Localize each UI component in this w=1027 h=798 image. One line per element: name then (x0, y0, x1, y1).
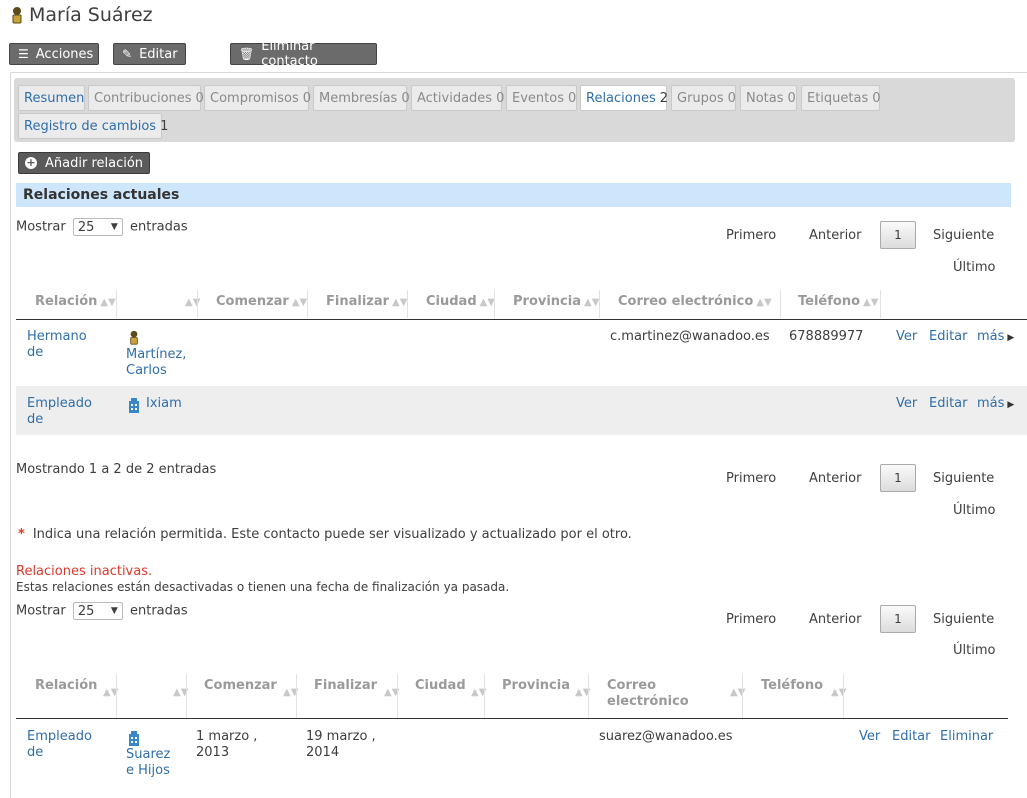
page-size-select[interactable]: 25 ▼ (72, 602, 123, 620)
pager-next[interactable]: Siguiente (933, 471, 994, 486)
pager-first[interactable]: Primero (726, 228, 776, 243)
sort-icon: ▲▼ (100, 297, 116, 308)
col-comenzar[interactable]: Comenzar (204, 678, 277, 693)
pager-page[interactable]: 1 (880, 221, 916, 249)
page-title: María Suárez (10, 4, 153, 26)
pager-prev[interactable]: Anterior (809, 228, 861, 243)
plus-circle-icon: + (25, 156, 37, 169)
sort-icon: ▲▼ (730, 687, 746, 698)
view-link[interactable]: Ver (896, 329, 917, 345)
menu-icon: ☰ (18, 47, 29, 61)
edit-link[interactable]: Editar (929, 396, 968, 412)
col-provincia[interactable]: Provincia (502, 678, 570, 693)
sort-icon: ▲▼ (185, 297, 201, 308)
contact-link[interactable]: Martínez, Carlos (126, 347, 186, 379)
col-provincia[interactable]: Provincia ▲▼ (513, 294, 599, 309)
edit-link[interactable]: Editar (929, 329, 968, 345)
organization-icon (129, 731, 139, 746)
contact-link[interactable]: Suarez e Hijos (126, 747, 170, 779)
relation-type-link[interactable]: Empleado de (27, 729, 92, 761)
col-relacion[interactable]: Relación ▲▼ (35, 294, 116, 309)
phone-value: 678889977 (789, 329, 864, 344)
sort-icon: ▲▼ (863, 297, 879, 308)
col-telefono[interactable]: Teléfono ▲▼ (798, 294, 878, 309)
email-value: c.martinez@wanadoo.es (610, 329, 770, 344)
col-finalizar[interactable]: Finalizar ▲▼ (326, 294, 407, 309)
sort-icon: ▲▼ (756, 297, 772, 308)
add-relation-button[interactable]: + Añadir relación (18, 152, 151, 174)
chevron-down-icon: ▼ (110, 606, 118, 616)
pager-next[interactable]: Siguiente (933, 612, 994, 627)
end-date: 19 marzo , 2014 (306, 729, 376, 760)
pager-page[interactable]: 1 (880, 605, 916, 633)
tab-registro-cambios[interactable]: Registro de cambios 1 (18, 113, 168, 139)
sort-icon: ▲▼ (392, 297, 408, 308)
organization-icon (129, 398, 139, 413)
sort-icon: ▲▼ (831, 687, 847, 698)
more-link[interactable]: más ▶ (977, 329, 1014, 346)
start-date: 1 marzo , 2013 (196, 729, 258, 760)
page-size-control: Mostrar 25 ▼ entradas (16, 218, 188, 236)
tab-grupos[interactable]: Grupos 0 (671, 85, 736, 111)
pager-last[interactable]: Último (953, 503, 995, 518)
actions-button[interactable]: ☰ Acciones (9, 43, 99, 65)
col-correo[interactable]: Correo electrónico ▲▼ (618, 294, 772, 309)
relation-type-link[interactable]: Empleado de (27, 396, 92, 428)
sort-icon: ▲▼ (479, 297, 496, 308)
edit-button[interactable]: ✎ Editar (113, 43, 186, 65)
tab-relaciones[interactable]: Relaciones 2 (580, 85, 668, 111)
more-link[interactable]: más ▶ (977, 396, 1014, 413)
chevron-down-icon: ▼ (110, 222, 118, 232)
delete-link[interactable]: Eliminar (940, 729, 993, 745)
current-relations-heading: Relaciones actuales (16, 183, 1011, 207)
relation-type-link[interactable]: Hermano de (27, 329, 87, 361)
page-size-control: Mostrar 25 ▼ entradas (16, 602, 188, 620)
triangle-right-icon: ▶ (1007, 333, 1015, 343)
pager-first[interactable]: Primero (726, 471, 776, 486)
col-correo[interactable]: Correo electrónico (607, 678, 689, 710)
tab-notas[interactable]: Notas 0 (740, 85, 797, 111)
sort-icon: ▲▼ (584, 297, 600, 308)
contact-name: María Suárez (29, 4, 153, 26)
inactive-description: Estas relaciones están desactivadas o ti… (16, 580, 510, 594)
tab-contribuciones[interactable]: Contribuciones 0 (88, 85, 204, 111)
sort-icon: ▲▼ (291, 297, 308, 308)
col-comenzar[interactable]: Comenzar ▲▼ (216, 294, 307, 309)
pencil-icon: ✎ (122, 47, 133, 61)
person-icon (130, 330, 138, 345)
edit-link[interactable]: Editar (892, 729, 931, 745)
view-link[interactable]: Ver (859, 729, 880, 745)
pager-next[interactable]: Siguiente (933, 228, 994, 243)
showing-info: Mostrando 1 a 2 de 2 entradas (16, 462, 217, 477)
tab-actividades[interactable]: Actividades 0 (411, 85, 504, 111)
tab-membresias[interactable]: Membresías 0 (313, 85, 410, 111)
inactive-heading: Relaciones inactivas. (16, 564, 153, 579)
col-telefono[interactable]: Teléfono (761, 678, 823, 693)
view-link[interactable]: Ver (896, 396, 917, 412)
col-ciudad[interactable]: Ciudad (415, 678, 466, 693)
pager-last[interactable]: Último (953, 643, 995, 658)
pager-last[interactable]: Último (953, 260, 995, 275)
page-size-select[interactable]: 25 ▼ (72, 218, 123, 236)
trash-icon: 🗑 (239, 47, 255, 61)
tab-eventos[interactable]: Eventos 0 (506, 85, 577, 111)
col-ciudad[interactable]: Ciudad ▲▼ (426, 294, 495, 309)
col-finalizar[interactable]: Finalizar (314, 678, 377, 693)
tab-resumen[interactable]: Resumen (18, 85, 85, 111)
pager-prev[interactable]: Anterior (809, 612, 861, 627)
person-icon (12, 7, 22, 24)
triangle-right-icon: ▶ (1007, 400, 1015, 410)
permission-note: * Indica una relación permitida. Este con… (18, 527, 632, 542)
pager-page[interactable]: 1 (880, 464, 916, 492)
pager-first[interactable]: Primero (726, 612, 776, 627)
delete-contact-button[interactable]: 🗑 Eliminar contacto (230, 39, 377, 69)
pager-prev[interactable]: Anterior (809, 471, 861, 486)
contact-link[interactable]: Ixiam (146, 396, 182, 412)
email-value: suarez@wanadoo.es (599, 729, 733, 744)
col-relacion[interactable]: Relación (35, 678, 97, 693)
tab-compromisos[interactable]: Compromisos 0 (204, 85, 311, 111)
tab-etiquetas[interactable]: Etiquetas 0 (801, 85, 881, 111)
